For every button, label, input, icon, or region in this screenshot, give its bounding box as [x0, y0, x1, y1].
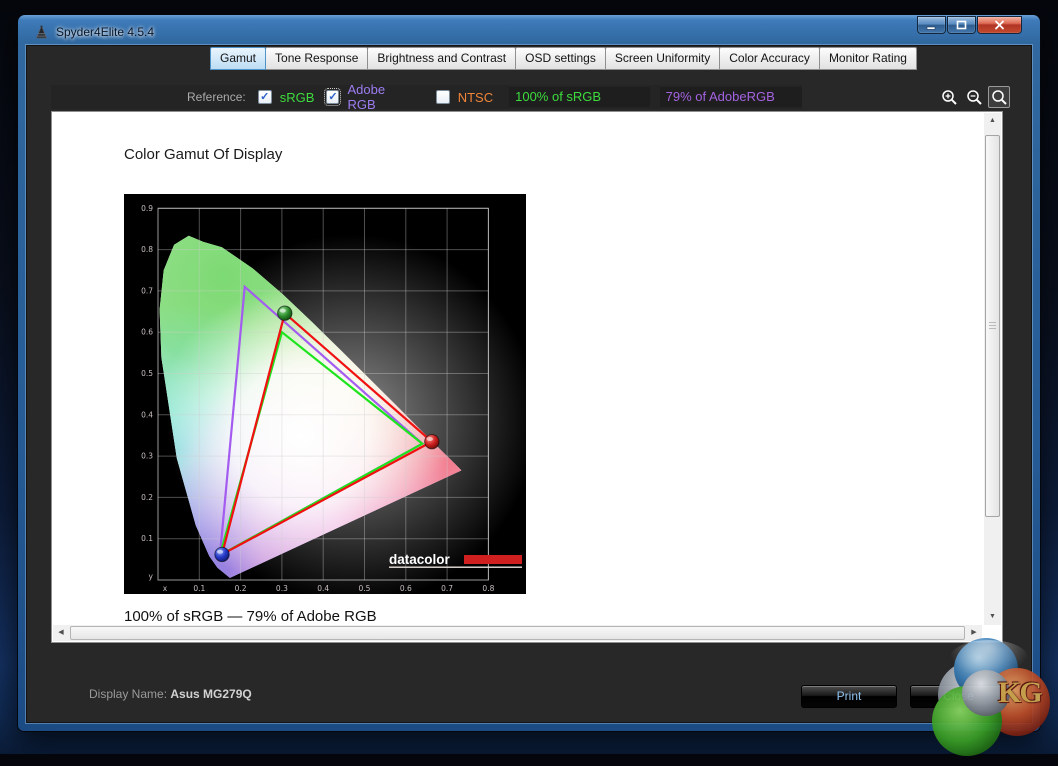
ntsc-checkbox[interactable]: [436, 90, 450, 104]
content-scroll-area: Color Gamut Of Display: [51, 111, 1003, 643]
reference-label: Reference:: [187, 90, 246, 104]
gamut-result-caption: 100% of sRGB — 79% of Adobe RGB: [124, 607, 377, 621]
svg-text:0.5: 0.5: [141, 369, 153, 378]
svg-text:0.3: 0.3: [276, 584, 288, 593]
svg-text:0.4: 0.4: [141, 410, 153, 419]
svg-text:0.8: 0.8: [141, 245, 153, 254]
window-title: Spyder4Elite 4.5.4: [56, 25, 154, 39]
vertical-scrollbar-thumb[interactable]: [985, 135, 1000, 517]
display-name-label: Display Name:: [89, 687, 167, 701]
svg-text:0.1: 0.1: [193, 584, 205, 593]
srgb-coverage-stat: 100% of sRGB: [509, 87, 650, 107]
tab-gamut[interactable]: Gamut: [210, 47, 266, 70]
svg-text:0.1: 0.1: [141, 534, 153, 543]
app-icon: [34, 25, 49, 40]
reference-bar: Reference: ✓ sRGB ✓ Adobe RGB NTSC 100% …: [51, 85, 802, 109]
titlebar[interactable]: Spyder4Elite 4.5.4: [34, 21, 154, 43]
print-button[interactable]: Print: [801, 685, 897, 708]
application-window: Spyder4Elite 4.5.4 Gamut Tone Response B…: [18, 15, 1040, 731]
zoom-in-button[interactable]: [938, 86, 960, 108]
maximize-button[interactable]: [947, 16, 976, 34]
ntsc-checkbox-label[interactable]: NTSC: [458, 90, 493, 105]
svg-text:0.2: 0.2: [141, 493, 153, 502]
svg-text:0.7: 0.7: [141, 286, 153, 295]
tab-tone-response[interactable]: Tone Response: [265, 47, 368, 70]
reference-option-adobe-rgb: ✓ Adobe RGB: [326, 82, 411, 112]
horizontal-scrollbar[interactable]: ◀ ▶: [53, 625, 982, 641]
svg-text:0.3: 0.3: [141, 452, 153, 461]
adobe-rgb-checkbox-label[interactable]: Adobe RGB: [347, 82, 411, 112]
reference-option-ntsc: NTSC: [436, 90, 493, 105]
svg-text:0.8: 0.8: [482, 584, 494, 593]
srgb-checkbox-label[interactable]: sRGB: [280, 90, 315, 105]
display-name-value: Asus MG279Q: [170, 687, 251, 701]
tab-brightness-and-contrast[interactable]: Brightness and Contrast: [367, 47, 516, 70]
svg-text:0.6: 0.6: [400, 584, 412, 593]
zoom-out-button[interactable]: [963, 86, 985, 108]
scroll-left-arrow[interactable]: ◀: [53, 625, 69, 641]
watermark-kg-text: KG: [998, 676, 1041, 710]
tab-monitor-rating[interactable]: Monitor Rating: [819, 47, 917, 70]
tab-osd-settings[interactable]: OSD settings: [515, 47, 606, 70]
zoom-reset-button[interactable]: [988, 86, 1010, 108]
svg-text:0.4: 0.4: [317, 584, 329, 593]
svg-text:x: x: [163, 584, 168, 593]
svg-text:0.9: 0.9: [141, 204, 153, 213]
kitguru-watermark: KG: [924, 636, 1054, 766]
svg-text:y: y: [149, 572, 154, 581]
tab-screen-uniformity[interactable]: Screen Uniformity: [605, 47, 720, 70]
adobergb-coverage-stat: 79% of AdobeRGB: [660, 87, 802, 107]
zoom-out-icon: [966, 89, 983, 106]
vertical-scrollbar[interactable]: ▲ ▼: [984, 113, 1001, 625]
svg-text:0.5: 0.5: [359, 584, 371, 593]
svg-text:datacolor: datacolor: [389, 552, 451, 567]
display-name: Display Name: Asus MG279Q: [89, 687, 252, 701]
watermark-gloss: [950, 640, 1028, 676]
svg-text:0.2: 0.2: [235, 584, 247, 593]
tab-color-accuracy[interactable]: Color Accuracy: [719, 47, 820, 70]
adobe-rgb-checkbox[interactable]: ✓: [326, 90, 339, 104]
zoom-in-icon: [941, 89, 958, 106]
svg-text:0.6: 0.6: [141, 328, 153, 337]
tab-bar: Gamut Tone Response Brightness and Contr…: [211, 47, 917, 70]
page-title: Color Gamut Of Display: [124, 146, 282, 163]
desktop: { "window": { "title": "Spyder4Elite 4.5…: [0, 0, 1058, 754]
gamut-chart: datacolor 0.1 0.2 0.3 0.4 0.5 0.6 0.7 0.8 0.1 0.2…: [124, 194, 526, 594]
close-window-button[interactable]: [977, 16, 1022, 34]
magnifier-icon: [991, 89, 1008, 106]
window-controls: [917, 16, 1022, 34]
window-body: Gamut Tone Response Brightness and Contr…: [26, 45, 1032, 723]
reference-option-srgb: ✓ sRGB: [258, 90, 315, 105]
minimize-button[interactable]: [917, 16, 946, 34]
svg-text:0.7: 0.7: [441, 584, 453, 593]
horizontal-scrollbar-thumb[interactable]: [70, 626, 965, 640]
zoom-toolbar: [938, 86, 1010, 108]
scroll-up-arrow[interactable]: ▲: [984, 113, 1001, 129]
scroll-down-arrow[interactable]: ▼: [984, 609, 1001, 625]
srgb-checkbox[interactable]: ✓: [258, 90, 272, 104]
